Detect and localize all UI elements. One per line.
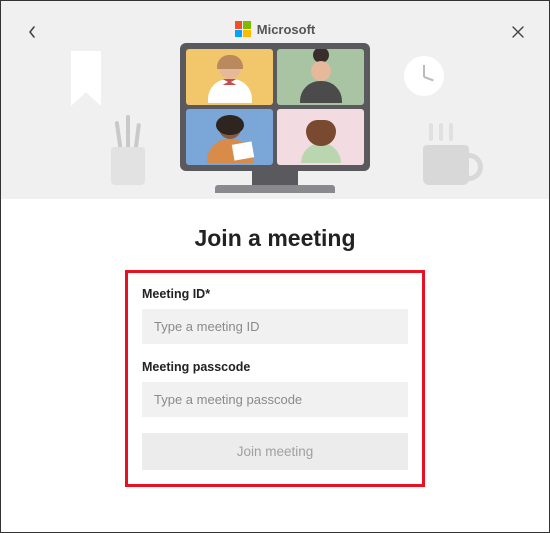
dialog-window: Microsoft Join a meeting Meeting ID* — [0, 0, 550, 533]
meeting-illustration — [180, 43, 370, 193]
page-title: Join a meeting — [1, 225, 549, 252]
join-meeting-button[interactable]: Join meeting — [142, 433, 408, 470]
meeting-passcode-label: Meeting passcode — [142, 360, 408, 374]
content-area: Join a meeting Meeting ID* Meeting passc… — [1, 199, 549, 487]
brand-header: Microsoft — [1, 21, 549, 37]
meeting-id-input[interactable] — [142, 309, 408, 344]
hero-illustration: Microsoft — [1, 1, 549, 199]
meeting-id-label: Meeting ID* — [142, 287, 408, 301]
microsoft-logo-icon — [235, 21, 251, 37]
meeting-passcode-input[interactable] — [142, 382, 408, 417]
bookmark-decor-icon — [71, 51, 101, 106]
clock-decor-icon — [404, 56, 444, 96]
join-form-highlighted: Meeting ID* Meeting passcode Join meetin… — [125, 270, 425, 487]
steam-decor-icon — [429, 123, 453, 141]
pencil-cup-decor-icon — [111, 130, 151, 185]
coffee-mug-decor-icon — [423, 145, 469, 185]
brand-name: Microsoft — [257, 22, 316, 37]
